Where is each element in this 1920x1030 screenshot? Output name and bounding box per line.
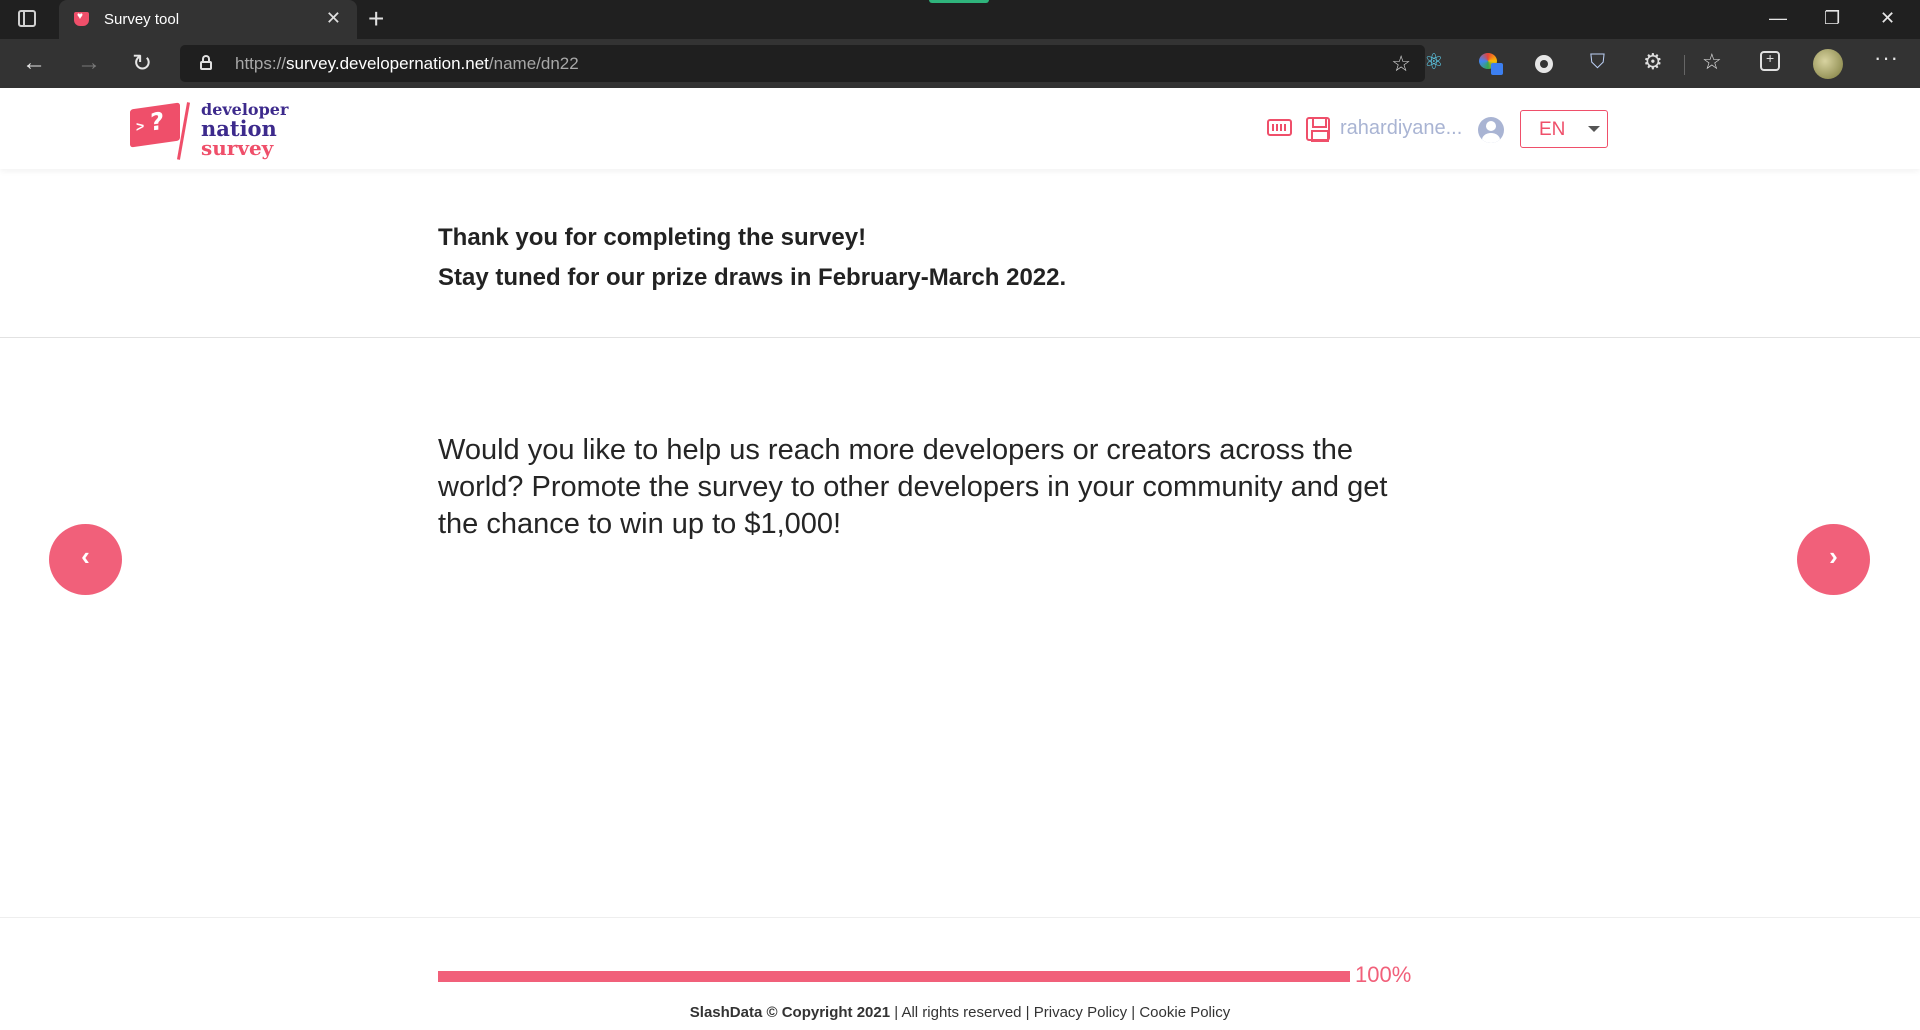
section-divider	[0, 337, 1920, 338]
chevron-down-icon	[1588, 126, 1600, 132]
browser-toolbar: ← → ↻ https://survey.developernation.net…	[0, 39, 1920, 88]
completion-message: Thank you for completing the survey! Sta…	[438, 218, 1066, 298]
footer: SlashData © Copyright 2021 | All rights …	[689, 1004, 1231, 1021]
progress-fill	[438, 971, 1350, 982]
url-text[interactable]: https://survey.developernation.net/name/…	[235, 54, 579, 74]
back-button[interactable]: ←	[22, 49, 46, 77]
more-menu-button[interactable]: ···	[1874, 45, 1899, 71]
thanks-line: Thank you for completing the survey!	[438, 224, 867, 251]
developer-nation-logo[interactable]: developer nation survey	[130, 98, 300, 160]
close-tab-icon[interactable]: ✕	[326, 8, 341, 29]
drag-indicator	[929, 0, 989, 3]
chevron-right-icon: ›	[1829, 541, 1838, 571]
progress-bar	[438, 971, 1350, 982]
copyright-text: SlashData © Copyright 2021	[689, 1004, 891, 1021]
language-select[interactable]: EN	[1520, 110, 1608, 148]
browser-tab-bar: Survey tool ✕ + — ❐ ✕	[0, 0, 1920, 39]
browser-tab[interactable]: Survey tool ✕	[59, 0, 357, 39]
save-icon[interactable]	[1306, 117, 1330, 142]
lock-icon[interactable]	[200, 55, 212, 70]
chevron-left-icon: ‹	[81, 541, 90, 571]
toolbar-separator	[1684, 55, 1685, 75]
flag-icon	[130, 102, 180, 148]
react-devtools-icon[interactable]: ⚛	[1424, 49, 1446, 74]
site-favicon	[74, 11, 89, 26]
color-picker-icon[interactable]	[1479, 53, 1503, 75]
reload-button[interactable]: ↻	[132, 49, 152, 78]
extension-circle-icon[interactable]	[1535, 55, 1553, 73]
site-header: developer nation survey rahardiyane... E…	[0, 88, 1920, 169]
restore-button[interactable]: ❐	[1824, 8, 1840, 29]
extensions-icon[interactable]: ⚙	[1643, 49, 1665, 74]
forward-button[interactable]: →	[77, 49, 101, 77]
user-icon[interactable]	[1478, 117, 1504, 143]
minimize-button[interactable]: —	[1769, 8, 1787, 29]
cookie-policy-link[interactable]: Cookie Policy	[1139, 1004, 1230, 1021]
question-text: Would you like to help us reach more dev…	[438, 434, 1388, 540]
profile-avatar[interactable]	[1813, 49, 1843, 79]
new-tab-button[interactable]: +	[368, 3, 384, 35]
favorites-icon[interactable]: ☆	[1702, 49, 1724, 74]
username[interactable]: rahardiyane...	[1340, 117, 1462, 140]
language-value: EN	[1539, 119, 1566, 140]
add-favorite-icon[interactable]: ☆	[1391, 51, 1411, 77]
previous-button[interactable]: ‹	[49, 524, 122, 595]
prize-draw-line: Stay tuned for our prize draws in Februa…	[438, 264, 1067, 291]
address-bar[interactable]: https://survey.developernation.net/name/…	[180, 45, 1425, 82]
keyboard-icon[interactable]	[1267, 119, 1292, 136]
collections-icon[interactable]	[1760, 50, 1780, 71]
close-window-button[interactable]: ✕	[1880, 8, 1895, 29]
tab-title: Survey tool	[104, 11, 180, 28]
tab-actions-icon[interactable]	[18, 10, 36, 27]
privacy-policy-link[interactable]: Privacy Policy	[1034, 1004, 1127, 1021]
footer-divider	[0, 917, 1920, 918]
shield-icon[interactable]: ⛉	[1590, 51, 1612, 73]
progress-label: 100%	[1355, 962, 1412, 987]
next-button[interactable]: ›	[1797, 524, 1870, 595]
